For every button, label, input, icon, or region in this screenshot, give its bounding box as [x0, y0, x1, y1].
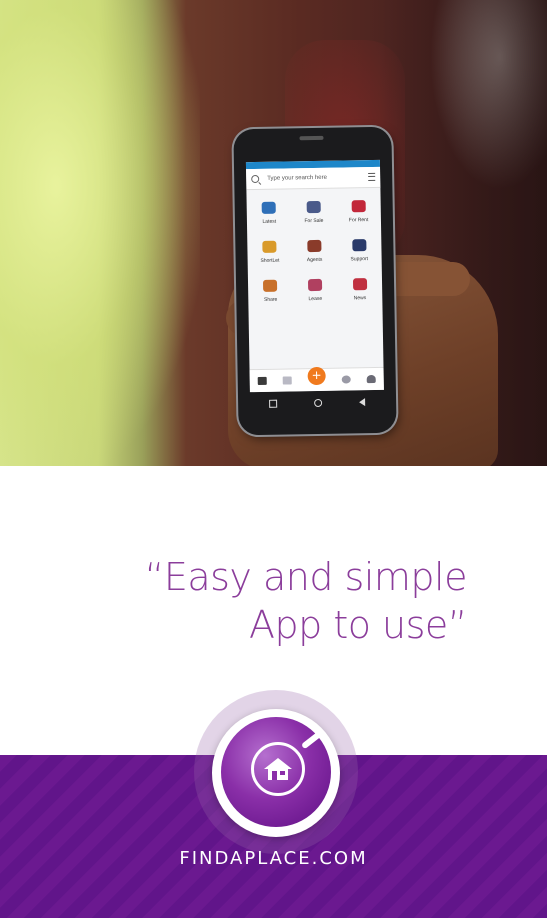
search-input[interactable]: Type your search here: [267, 174, 368, 182]
for-rent-icon: [351, 200, 366, 213]
tile-for-sale[interactable]: For Sale: [291, 200, 336, 225]
background-glow: [0, 0, 200, 466]
shortlet-icon: [262, 240, 277, 253]
mail-icon[interactable]: [282, 376, 292, 385]
list-menu-icon[interactable]: [368, 172, 376, 182]
share-icon: [263, 279, 278, 292]
home-icon[interactable]: [257, 376, 267, 386]
tile-support[interactable]: Support: [337, 239, 382, 263]
tile-agents[interactable]: Agents: [292, 239, 337, 264]
search-icon[interactable]: [251, 174, 260, 184]
smartphone: Type your search here Latest For Sale Fo…: [233, 126, 397, 436]
hero-photo: Type your search here Latest For Sale Fo…: [0, 0, 547, 466]
for-sale-icon: [306, 200, 321, 214]
tile-for-rent[interactable]: For Rent: [336, 200, 381, 224]
phone-speaker: [299, 135, 324, 141]
latest-icon: [261, 201, 277, 214]
add-button[interactable]: +: [307, 366, 326, 386]
quote-line-2: App to use”: [249, 603, 468, 647]
tile-label: Support: [350, 256, 369, 263]
phone-screen: Type your search here Latest For Sale Fo…: [245, 159, 384, 393]
tile-label: Agents: [306, 256, 323, 264]
user-icon[interactable]: [366, 374, 376, 384]
tile-label: ShortLet: [260, 257, 280, 264]
tile-share[interactable]: Share: [248, 279, 293, 303]
tile-label: Latest: [262, 218, 277, 225]
news-icon: [352, 278, 367, 291]
support-icon: [351, 239, 367, 252]
heart-icon[interactable]: [341, 375, 351, 384]
search-bar[interactable]: Type your search here: [246, 166, 381, 191]
tile-label: For Sale: [304, 217, 324, 225]
quote-line-1: “Easy and simple: [144, 555, 468, 599]
tile-label: News: [353, 295, 367, 302]
tile-shortlet[interactable]: ShortLet: [247, 240, 292, 264]
tile-news[interactable]: News: [337, 278, 382, 302]
tile-label: Lease: [308, 295, 323, 303]
lease-icon: [307, 278, 323, 292]
tile-lease[interactable]: Lease: [293, 278, 338, 303]
back-icon[interactable]: [359, 398, 366, 407]
tagline-quote: “Easy and simple App to use”: [144, 553, 468, 649]
home-circle-icon[interactable]: [314, 398, 323, 408]
bottom-nav: +: [249, 366, 384, 393]
system-nav: [250, 393, 384, 413]
category-grid: Latest For Sale For Rent ShortLet Agents…: [246, 188, 382, 303]
house-icon: [264, 758, 292, 780]
brand-name[interactable]: FINDAPLACE.COM: [0, 848, 547, 869]
tile-latest[interactable]: Latest: [247, 201, 292, 225]
recent-apps-icon[interactable]: [268, 399, 277, 408]
tile-label: For Rent: [348, 217, 369, 224]
tile-label: Share: [263, 296, 278, 303]
agents-icon: [307, 239, 322, 253]
